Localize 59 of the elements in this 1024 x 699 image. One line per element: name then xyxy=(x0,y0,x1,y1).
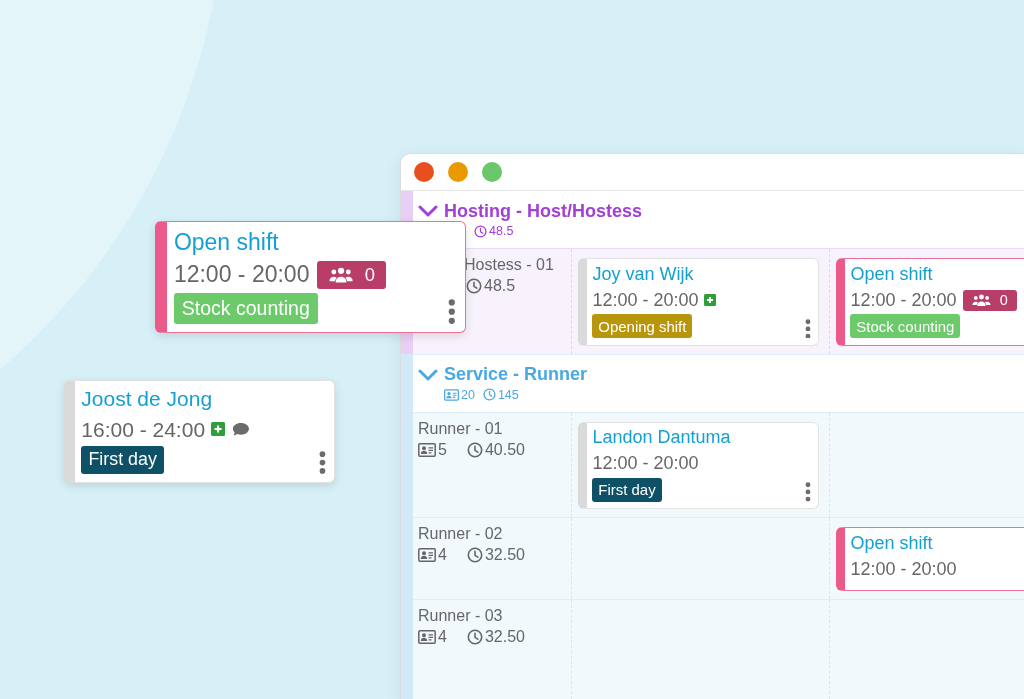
id-card-icon xyxy=(418,548,436,563)
shift-time: 12:00 - 20:00 xyxy=(592,453,699,475)
hours-count: 145 xyxy=(497,387,519,402)
people-icon xyxy=(971,294,991,307)
shift-time: 12:00 - 20:00 xyxy=(850,289,957,312)
clock-icon xyxy=(482,388,496,402)
hours-count: 40.50 xyxy=(484,439,525,460)
employee-name: Joy van Wijk xyxy=(592,262,694,286)
shift-time: 12:00 - 20:00 xyxy=(592,289,699,312)
hours-count: 48.5 xyxy=(484,276,516,296)
shift-tag: Stock counting xyxy=(173,292,318,325)
clock-icon xyxy=(474,224,487,238)
more-options-icon[interactable] xyxy=(804,482,811,502)
staff-count: 5 xyxy=(438,439,447,460)
hours-count: 32.50 xyxy=(484,626,525,647)
open-shift-card[interactable]: Open shift 12:00 - 20:00 xyxy=(836,527,1024,591)
group-title: Service - Runner xyxy=(444,364,588,386)
shift-tag: Opening shift xyxy=(592,314,693,339)
chevron-down-icon[interactable] xyxy=(418,368,438,381)
id-card-icon xyxy=(444,388,459,401)
shift-title: Open shift xyxy=(850,262,933,286)
shift-card[interactable]: Joy van Wijk 12:00 - 20:00 Opening shift xyxy=(578,258,819,346)
clock-icon xyxy=(466,278,482,294)
applicant-count: 0 xyxy=(999,293,1008,308)
shift-tag: First day xyxy=(592,478,662,502)
hours-count: 32.50 xyxy=(484,545,525,566)
hours-count: 48.5 xyxy=(489,224,514,238)
shift-title: Open shift xyxy=(173,227,279,257)
open-shift-card[interactable]: Open shift 12:00 - 20:00 0 Stock counting xyxy=(155,221,466,334)
more-options-icon[interactable] xyxy=(448,298,456,325)
employee-name: Landon Dantuma xyxy=(592,426,731,450)
employee-name: Joost de Jong xyxy=(81,386,213,413)
window-close-icon[interactable] xyxy=(413,162,434,182)
more-options-icon[interactable] xyxy=(318,451,326,475)
shift-time: 16:00 - 24:00 xyxy=(81,416,206,442)
clock-icon xyxy=(466,441,483,458)
id-card-icon xyxy=(418,629,436,644)
staff-count: 4 xyxy=(438,626,447,647)
more-options-icon[interactable] xyxy=(804,318,811,339)
id-card-icon xyxy=(418,442,436,457)
shift-time: 12:00 - 20:00 xyxy=(173,261,310,289)
shift-tag: First day xyxy=(81,445,164,475)
people-icon xyxy=(329,266,354,284)
clock-icon xyxy=(466,547,483,564)
clock-icon xyxy=(466,628,483,645)
row-label: Runner - 02 xyxy=(418,524,503,545)
applicant-count: 0 xyxy=(364,265,375,285)
row-label: Runner - 01 xyxy=(418,418,503,439)
row-label: Runner - 03 xyxy=(418,605,503,626)
open-shift-card[interactable]: Open shift 12:00 - 20:00 0 Stock counting xyxy=(836,258,1024,346)
group-title: Hosting - Host/Hostess xyxy=(444,200,643,222)
staff-count: 20 xyxy=(461,387,475,402)
shift-card[interactable]: Joost de Jong 16:00 - 24:00 First day xyxy=(64,380,335,483)
shift-card[interactable]: Landon Dantuma 12:00 - 20:00 First day xyxy=(578,421,819,510)
chevron-down-icon[interactable] xyxy=(418,205,438,217)
staff-count: 4 xyxy=(438,545,447,566)
shift-time: 12:00 - 20:00 xyxy=(850,558,957,581)
shift-tag: Stock counting xyxy=(850,314,961,339)
shift-title: Open shift xyxy=(850,531,933,555)
